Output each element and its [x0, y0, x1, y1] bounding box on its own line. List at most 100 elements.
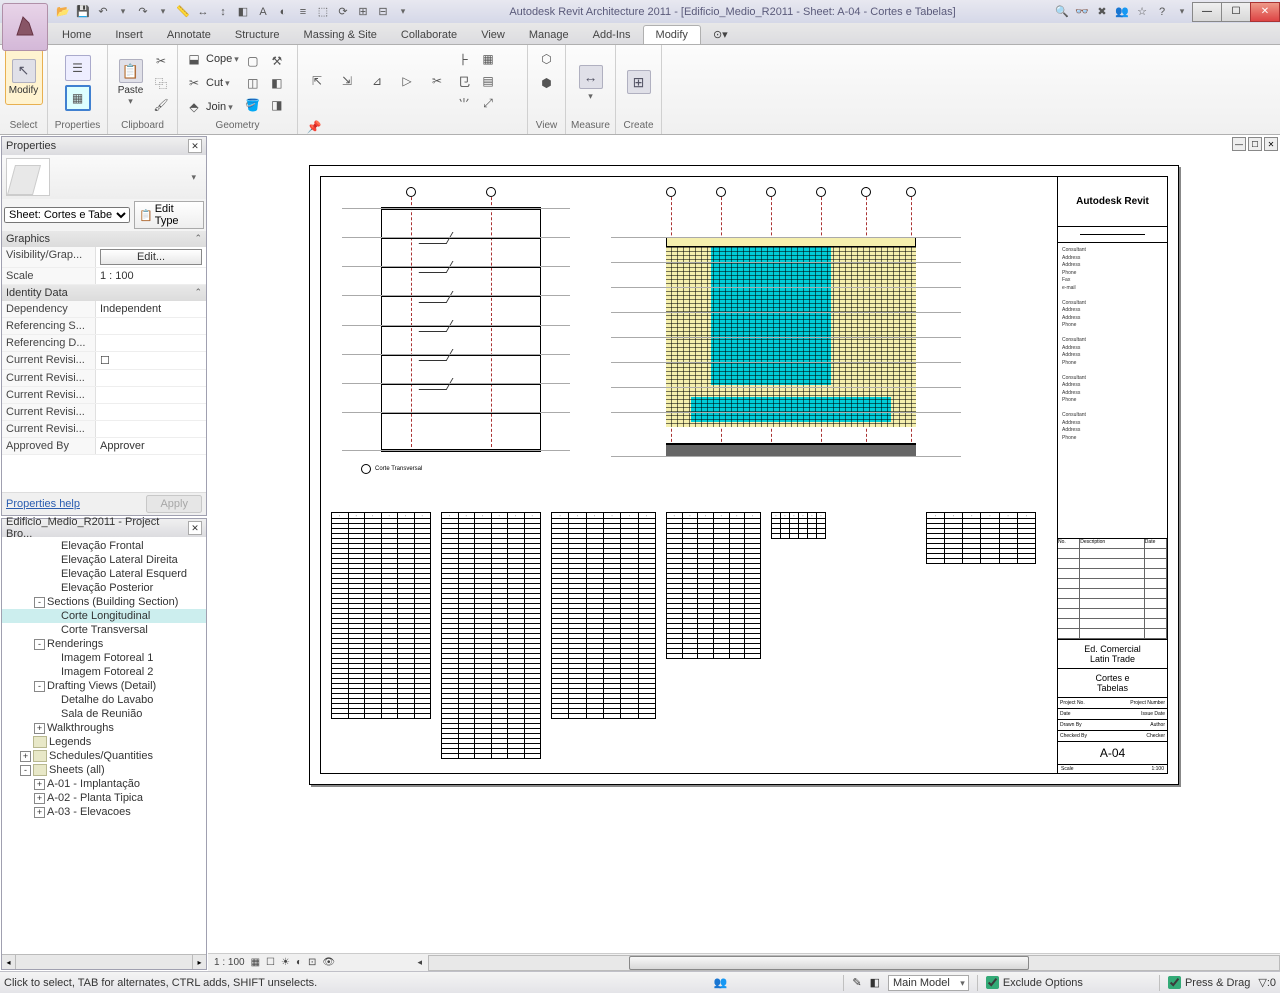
expand-icon[interactable]: +: [20, 751, 31, 762]
tab-extra-icon[interactable]: ⊙▾: [701, 25, 740, 44]
geom-c-icon[interactable]: ◧: [267, 73, 287, 93]
property-value[interactable]: Approver: [96, 438, 206, 454]
collapse-icon[interactable]: -: [34, 639, 45, 650]
text-icon[interactable]: A: [254, 3, 272, 21]
tree-item[interactable]: -Renderings: [2, 637, 206, 651]
tree-item[interactable]: +Schedules/Quantities: [2, 749, 206, 763]
comm-icon[interactable]: 👥: [1113, 3, 1131, 21]
save-icon[interactable]: 💾: [74, 3, 92, 21]
tree-item[interactable]: Elevação Lateral Esquerd: [2, 567, 206, 581]
properties-close-icon[interactable]: ✕: [188, 139, 202, 153]
property-row[interactable]: Referencing D...: [2, 335, 206, 352]
status-worksets-icon[interactable]: 👥: [714, 976, 728, 989]
measure-icon[interactable]: 📏: [174, 3, 192, 21]
close-button[interactable]: ✕: [1250, 2, 1280, 22]
property-row[interactable]: Scale1 : 100: [2, 268, 206, 285]
tree-item[interactable]: +A-01 - Implantação: [2, 777, 206, 791]
property-row[interactable]: Referencing S...: [2, 318, 206, 335]
tree-item[interactable]: +A-03 - Elevacoes: [2, 805, 206, 819]
property-value[interactable]: [96, 404, 206, 420]
property-value[interactable]: [96, 370, 206, 386]
property-value[interactable]: [96, 335, 206, 351]
scale-icon[interactable]: ⤢: [478, 93, 498, 113]
exclude-options-check[interactable]: Exclude Options: [986, 976, 1083, 989]
tree-item[interactable]: Imagem Fotoreal 2: [2, 665, 206, 679]
property-row[interactable]: Approved ByApprover: [2, 438, 206, 455]
tree-item[interactable]: Corte Transversal: [2, 623, 206, 637]
expand-icon[interactable]: +: [34, 779, 45, 790]
view-min-icon[interactable]: —: [1232, 137, 1246, 151]
join-icon[interactable]: ⬘: [184, 97, 204, 117]
property-value[interactable]: 1 : 100: [96, 268, 206, 284]
detail-level-icon[interactable]: ▦: [251, 957, 260, 968]
app-menu-button[interactable]: [2, 3, 48, 51]
cope-icon[interactable]: ⬓: [184, 49, 204, 69]
thin-lines-icon[interactable]: ≡: [294, 3, 312, 21]
mirror-draw-icon[interactable]: ▷: [394, 68, 420, 94]
tab-manage[interactable]: Manage: [517, 26, 581, 44]
binoculars-icon[interactable]: 👓: [1073, 3, 1091, 21]
copy-clipboard-icon[interactable]: ⿻: [151, 73, 171, 93]
tree-item[interactable]: Detalhe do Lavabo: [2, 693, 206, 707]
canvas-hscroll[interactable]: [428, 955, 1280, 971]
maximize-button[interactable]: ☐: [1221, 2, 1251, 22]
trim-icon[interactable]: ⺊: [454, 49, 474, 69]
tree-item[interactable]: Corte Longitudinal: [2, 609, 206, 623]
property-value[interactable]: [96, 318, 206, 334]
tab-home[interactable]: Home: [50, 26, 103, 44]
tab-insert[interactable]: Insert: [103, 26, 155, 44]
view-a-icon[interactable]: ⬡: [537, 49, 557, 69]
help-dropdown-icon[interactable]: ▾: [1173, 3, 1191, 21]
tree-item[interactable]: -Drafting Views (Detail): [2, 679, 206, 693]
browser-close-icon[interactable]: ✕: [188, 521, 202, 535]
array2-icon[interactable]: ▤: [478, 71, 498, 91]
geom-d-icon[interactable]: ◨: [267, 95, 287, 115]
pin-icon[interactable]: 📌: [304, 117, 324, 137]
properties-button[interactable]: ☰ ▦: [65, 55, 91, 111]
modify-tool-button[interactable]: ↖ Modify: [5, 49, 43, 105]
apply-button[interactable]: Apply: [146, 495, 202, 513]
exchange-icon[interactable]: ✖: [1093, 3, 1111, 21]
tree-item[interactable]: +Walkthroughs: [2, 721, 206, 735]
paint-icon[interactable]: 🪣: [243, 95, 263, 115]
property-row[interactable]: Current Revisi...☐: [2, 352, 206, 370]
trim3-icon[interactable]: ⺌: [454, 93, 474, 113]
collapse-icon[interactable]: -: [34, 597, 45, 608]
tree-item[interactable]: Sala de Reunião: [2, 707, 206, 721]
tree-item[interactable]: +A-02 - Planta Tipica: [2, 791, 206, 805]
edit-type-button[interactable]: 📋Edit Type: [134, 201, 204, 229]
view-scale[interactable]: 1 : 100: [214, 957, 245, 968]
switch-windows-icon[interactable]: ⊞: [354, 3, 372, 21]
array-icon[interactable]: ▦: [478, 49, 498, 69]
offset-icon[interactable]: ⇲: [334, 68, 360, 94]
tree-item[interactable]: -Sections (Building Section): [2, 595, 206, 609]
tree-item[interactable]: Imagem Fotoreal 1: [2, 651, 206, 665]
measure-button[interactable]: ↔▾: [572, 55, 609, 111]
active-workset-select[interactable]: Main Model▾: [888, 975, 969, 991]
type-selector[interactable]: Sheet: Cortes e Tabe: [4, 207, 130, 223]
tree-item[interactable]: Elevação Posterior: [2, 581, 206, 595]
search-icon[interactable]: 🔍: [1053, 3, 1071, 21]
property-value[interactable]: ☐: [96, 352, 206, 369]
view-b-icon[interactable]: ⬢: [537, 73, 557, 93]
visual-style-icon[interactable]: ☐: [266, 957, 275, 968]
split-face-icon[interactable]: ◫: [243, 73, 263, 93]
property-value[interactable]: Edit...: [96, 247, 206, 267]
view-max-icon[interactable]: ☐: [1248, 137, 1262, 151]
qat-dropdown-icon[interactable]: ▾: [394, 3, 412, 21]
tree-item[interactable]: -Sheets (all): [2, 763, 206, 777]
shadows-icon[interactable]: ◐: [296, 957, 302, 968]
redo-dropdown-icon[interactable]: ▾: [154, 3, 172, 21]
undo-icon[interactable]: ↶: [94, 3, 112, 21]
property-value[interactable]: [96, 421, 206, 437]
property-row[interactable]: DependencyIndependent: [2, 301, 206, 318]
property-value[interactable]: [96, 387, 206, 403]
sync-icon[interactable]: ⟳: [334, 3, 352, 21]
tab-collaborate[interactable]: Collaborate: [389, 26, 469, 44]
property-edit-button[interactable]: Edit...: [100, 249, 202, 265]
cut-geom-icon[interactable]: ✂: [184, 73, 204, 93]
tree-item[interactable]: Elevação Frontal: [2, 539, 206, 553]
trim2-icon[interactable]: ⺋: [454, 71, 474, 91]
tree-item[interactable]: Elevação Lateral Direita: [2, 553, 206, 567]
filter-icon[interactable]: ▽:0: [1258, 976, 1276, 989]
